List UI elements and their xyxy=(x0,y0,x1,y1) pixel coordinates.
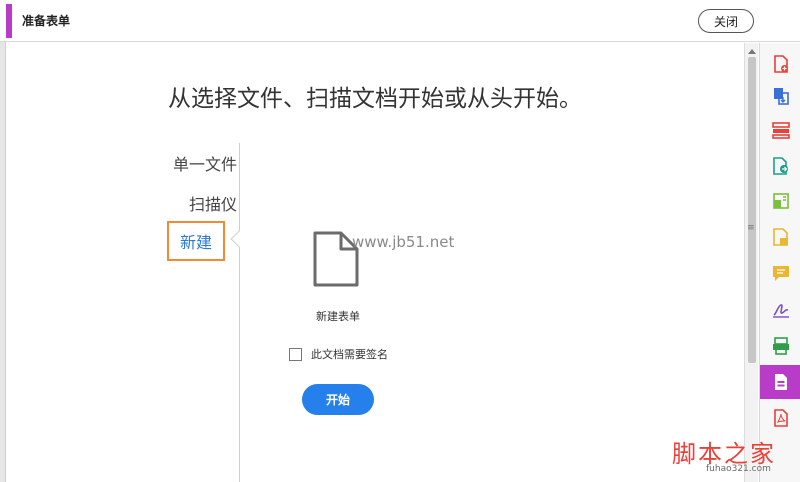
headline: 从选择文件、扫描文档开始或从头开始。 xyxy=(168,86,582,112)
nav-item-scanner[interactable]: 扫描仪 xyxy=(189,191,237,215)
tool-create-pdf[interactable] xyxy=(766,49,796,79)
header-accent xyxy=(6,4,12,38)
fill-sign-icon xyxy=(773,228,788,246)
scroll-up-arrow[interactable] xyxy=(748,49,756,54)
organize-pages-icon xyxy=(772,122,790,139)
tools-panel xyxy=(759,43,800,482)
tool-organize-pages[interactable] xyxy=(766,115,796,145)
site-watermark-url: fuhao321.com xyxy=(706,464,771,474)
header-bar: 准备表单 关闭 xyxy=(0,0,800,42)
vertical-scrollbar[interactable]: ≡ xyxy=(744,43,758,482)
tool-fill-sign[interactable] xyxy=(766,222,796,252)
page-title: 准备表单 xyxy=(22,14,71,28)
new-form-label: 新建表单 xyxy=(316,310,360,323)
tool-export-pdf[interactable] xyxy=(766,151,796,181)
watermark-text: www.jb51.net xyxy=(352,233,455,251)
nav-item-new[interactable]: 新建 xyxy=(167,221,225,261)
tool-scan-enhance[interactable] xyxy=(766,331,796,361)
start-button[interactable]: 开始 xyxy=(302,384,374,415)
signature-icon xyxy=(773,304,789,318)
tool-comment[interactable] xyxy=(766,258,796,288)
prepare-form-icon xyxy=(774,374,787,390)
close-button[interactable]: 关闭 xyxy=(698,9,754,33)
tool-signature[interactable] xyxy=(766,294,796,324)
selection-notch xyxy=(230,230,248,248)
tool-prepare-form[interactable] xyxy=(760,365,800,399)
signature-checkbox[interactable] xyxy=(289,347,302,361)
window-left-edge xyxy=(0,0,6,482)
tool-combine-files[interactable] xyxy=(766,81,796,111)
combine-files-icon xyxy=(774,88,789,105)
tool-edit-pdf[interactable] xyxy=(766,186,796,216)
comment-icon xyxy=(773,266,789,281)
nav-item-single-file[interactable]: 单一文件 xyxy=(173,151,237,175)
scroll-thumb[interactable] xyxy=(748,57,756,363)
signature-checkbox-label: 此文档需要签名 xyxy=(311,348,388,361)
main-panel: 从选择文件、扫描文档开始或从头开始。 单一文件 扫描仪 新建 www.jb51.… xyxy=(7,43,743,482)
signature-checkbox-row[interactable]: 此文档需要签名 xyxy=(289,346,388,362)
create-pdf-icon xyxy=(774,55,788,73)
scan-enhance-icon xyxy=(773,337,789,355)
tool-pdf-file[interactable] xyxy=(766,403,796,433)
site-watermark: 脚本之家 fuhao321.com xyxy=(672,434,776,474)
scroll-grip-icon: ≡ xyxy=(747,223,755,233)
export-pdf-icon xyxy=(773,157,788,175)
nav-divider xyxy=(239,143,240,482)
edit-pdf-icon xyxy=(773,193,789,209)
pdf-file-icon xyxy=(774,409,788,427)
